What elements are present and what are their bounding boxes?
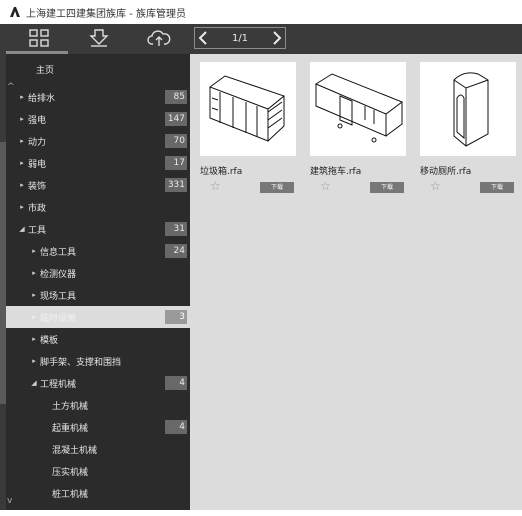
sidebar-item[interactable]: 土方机械 <box>6 394 190 416</box>
collapsed-arrow-icon[interactable]: ▸ <box>16 159 28 167</box>
status-strip <box>0 510 522 516</box>
sidebar-item-home[interactable]: 主页 <box>6 58 190 80</box>
sidebar-item[interactable]: 起重机械 4 <box>6 416 190 438</box>
download-icon[interactable] <box>86 27 112 49</box>
count-badge: 4 <box>165 376 187 390</box>
prev-page-button[interactable] <box>195 29 213 47</box>
collapsed-arrow-icon[interactable]: ▸ <box>16 115 28 123</box>
count-badge: 147 <box>165 112 187 126</box>
sidebar-item[interactable]: ◢ 工程机械 4 <box>6 372 190 394</box>
sidebar: ^ v 主页 ▸ 给排水 85 ▸ 强电 147 ▸ 动力 70 ▸ 弱电 17 ▸ 装饰 331 ▸ 市政 ◢ 工… <box>0 54 190 516</box>
count-badge: 4 <box>165 420 187 434</box>
card-name[interactable]: 移动厕所.rfa <box>420 164 471 177</box>
thumbnail-construction-trailer[interactable] <box>310 62 406 156</box>
count-badge: 70 <box>165 134 187 148</box>
collapsed-arrow-icon[interactable]: ▸ <box>28 357 40 365</box>
collapsed-arrow-icon[interactable]: ▸ <box>28 313 40 321</box>
card-name[interactable]: 建筑拖车.rfa <box>310 164 361 177</box>
title-bar: 上海建工四建集团族库 - 族库管理员 <box>0 0 522 24</box>
sidebar-item[interactable]: ▸ 装饰 331 <box>6 174 190 196</box>
count-badge: 3 <box>165 310 187 324</box>
cloud-upload-icon[interactable] <box>146 27 172 49</box>
sidebar-item[interactable]: ▸ 模板 <box>6 328 190 350</box>
card-name[interactable]: 垃圾箱.rfa <box>200 164 242 177</box>
toolbar: 1/1 <box>0 24 522 54</box>
sidebar-item[interactable]: ▸ 检测仪器 <box>6 262 190 284</box>
sidebar-item[interactable]: ▸ 信息工具 24 <box>6 240 190 262</box>
sidebar-item[interactable]: ▸ 市政 <box>6 196 190 218</box>
sidebar-item[interactable]: 桩工机械 <box>6 482 190 504</box>
grid-icon[interactable] <box>26 27 52 49</box>
sidebar-item[interactable]: 压实机械 <box>6 460 190 482</box>
collapsed-arrow-icon[interactable]: ▸ <box>28 335 40 343</box>
pager: 1/1 <box>194 27 286 49</box>
download-button[interactable]: 下载 <box>480 182 514 193</box>
sidebar-item[interactable]: ▸ 脚手架、支撑和围挡 <box>6 350 190 372</box>
collapsed-arrow-icon[interactable]: ▸ <box>28 291 40 299</box>
content-area: 垃圾箱.rfa ☆ 下载 建筑拖车.rfa ☆ 下载 移动厕所.rfa ☆ 下载 <box>190 54 522 516</box>
collapsed-arrow-icon[interactable]: ▸ <box>28 247 40 255</box>
sidebar-item[interactable]: ▸ 给排水 85 <box>6 86 190 108</box>
sidebar-item[interactable]: ▸ 弱电 17 <box>6 152 190 174</box>
next-page-button[interactable] <box>267 29 285 47</box>
sidebar-item-label: 市政 <box>28 203 47 214</box>
sidebar-item-label: 模板 <box>40 335 59 346</box>
count-badge: 17 <box>165 156 187 170</box>
page-indicator: 1/1 <box>231 32 249 44</box>
app-logo-icon <box>10 7 20 17</box>
collapsed-arrow-icon[interactable]: ▸ <box>28 269 40 277</box>
sidebar-item-label: 检测仪器 <box>40 269 77 280</box>
sidebar-item-label: 压实机械 <box>52 467 89 478</box>
download-button[interactable]: 下载 <box>370 182 404 193</box>
family-card[interactable]: 垃圾箱.rfa ☆ 下载 <box>200 62 296 198</box>
thumbnail-portable-toilet[interactable] <box>420 62 516 156</box>
sidebar-item[interactable]: ▸ 临时设施 3 <box>6 306 190 328</box>
sidebar-item-label: 现场工具 <box>40 291 77 302</box>
sidebar-item[interactable]: ◢ 工具 31 <box>6 218 190 240</box>
family-card[interactable]: 建筑拖车.rfa ☆ 下载 <box>310 62 406 198</box>
count-badge: 31 <box>165 222 187 236</box>
sidebar-item-label: 桩工机械 <box>52 489 89 500</box>
sidebar-item-label: 混凝土机械 <box>52 445 98 456</box>
count-badge: 331 <box>165 178 187 192</box>
sidebar-item[interactable]: ▸ 动力 70 <box>6 130 190 152</box>
collapsed-arrow-icon[interactable]: ▸ <box>16 203 28 211</box>
sidebar-item-label: 土方机械 <box>52 401 89 412</box>
sidebar-item-label: 脚手架、支撑和围挡 <box>40 357 122 368</box>
expanded-arrow-icon[interactable]: ◢ <box>16 225 28 233</box>
collapsed-arrow-icon[interactable]: ▸ <box>16 137 28 145</box>
favorite-star-icon[interactable]: ☆ <box>320 179 331 193</box>
thumbnail-garbage-bin[interactable] <box>200 62 296 156</box>
favorite-star-icon[interactable]: ☆ <box>430 179 441 193</box>
sidebar-item[interactable]: ▸ 强电 147 <box>6 108 190 130</box>
sidebar-item[interactable]: ▸ 现场工具 <box>6 284 190 306</box>
window-title: 上海建工四建集团族库 - 族库管理员 <box>26 8 186 20</box>
count-badge: 24 <box>165 244 187 258</box>
family-card[interactable]: 移动厕所.rfa ☆ 下载 <box>420 62 516 198</box>
count-badge: 85 <box>165 90 187 104</box>
favorite-star-icon[interactable]: ☆ <box>210 179 221 193</box>
collapsed-arrow-icon[interactable]: ▸ <box>16 181 28 189</box>
collapsed-arrow-icon[interactable]: ▸ <box>16 93 28 101</box>
download-button[interactable]: 下载 <box>260 182 294 193</box>
expanded-arrow-icon[interactable]: ◢ <box>28 379 40 387</box>
sidebar-item[interactable]: 混凝土机械 <box>6 438 190 460</box>
sidebar-item-label: 主页 <box>36 65 55 76</box>
